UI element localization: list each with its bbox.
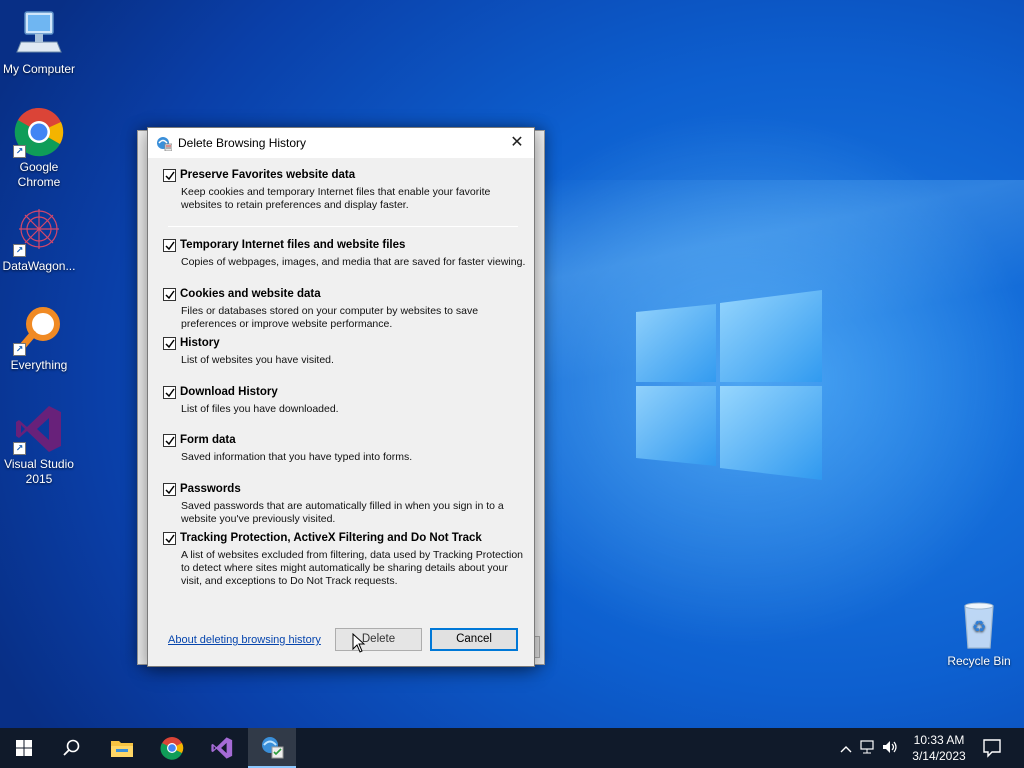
network-icon[interactable] [860,739,876,757]
clock-time: 10:33 AM [913,733,965,747]
delete-button[interactable]: Delete [335,628,422,651]
checkbox-form-data[interactable] [163,434,176,447]
internet-options-icon [262,737,284,759]
chevron-up-icon[interactable] [838,741,854,756]
shortcut-arrow-icon: ↗ [13,442,26,455]
desktop-icon-label: Visual Studio 2015 [4,457,74,486]
checkbox-tracking-protection[interactable] [163,532,176,545]
search-icon [63,739,80,756]
mouse-cursor-icon [352,632,366,653]
desktop-icon-recycle-bin[interactable]: ♻ Recycle Bin [940,600,1018,669]
internet-explorer-icon [156,135,173,152]
recycle-bin-icon: ♻ [953,600,1005,652]
option-label[interactable]: Download History [180,386,278,398]
shortcut-arrow-icon: ↗ [13,244,26,257]
option-description: Saved passwords that are automatically f… [181,500,504,525]
desktop-icon-visual-studio[interactable]: ↗ Visual Studio 2015 [0,403,78,487]
taskbar-file-explorer[interactable] [98,728,146,768]
option-description: Copies of webpages, images, and media th… [181,256,526,268]
about-deleting-history-link[interactable]: About deleting browsing history [168,634,321,646]
checkbox-temporary-internet-files[interactable] [163,239,176,252]
option-description: Keep cookies and temporary Internet file… [181,186,491,211]
desktop-icon-label: Google Chrome [17,160,61,189]
cancel-button[interactable]: Cancel [430,628,518,651]
checkbox-download-history[interactable] [163,386,176,399]
option-description: List of files you have downloaded. [181,403,339,415]
visual-studio-icon [211,737,233,759]
dialog-titlebar[interactable]: Delete Browsing History ✕ [148,128,534,158]
search-button[interactable] [48,728,96,768]
desktop-icon-label: DataWagon... [2,259,76,273]
windows-logo-wallpaper [636,290,822,480]
start-icon [16,740,32,756]
checkbox-passwords[interactable] [163,483,176,496]
option-label[interactable]: Preserve Favorites website data [180,169,355,181]
checkbox-history[interactable] [163,337,176,350]
volume-icon[interactable] [882,740,898,757]
option-label[interactable]: Tracking Protection, ActiveX Filtering a… [180,532,482,544]
desktop-icon-my-computer[interactable]: My Computer [0,8,78,77]
option-label[interactable]: History [180,337,220,349]
option-description: List of websites you have visited. [181,354,334,366]
desktop-icon-label: Everything [10,358,68,372]
desktop-icon-datawagon[interactable]: ↗ DataWagon... [0,205,78,274]
computer-icon [13,8,65,60]
option-description: Saved information that you have typed in… [181,451,413,463]
taskbar-chrome[interactable] [148,728,196,768]
shortcut-arrow-icon: ↗ [13,145,26,158]
desktop-icon-label: My Computer [2,62,76,76]
taskbar-visual-studio[interactable] [198,728,246,768]
datawagon-icon: ↗ [13,205,65,257]
start-button[interactable] [0,728,48,768]
checkbox-cookies[interactable] [163,288,176,301]
file-explorer-icon [111,741,133,757]
delete-browsing-history-dialog: Delete Browsing History ✕ Preserve Favor… [147,127,535,667]
checkbox-preserve-favorites[interactable] [163,169,176,182]
desktop-icon-google-chrome[interactable]: ↗ Google Chrome [0,106,78,190]
svg-text:♻: ♻ [972,617,986,636]
shortcut-arrow-icon: ↗ [13,343,26,356]
system-tray [838,728,898,768]
option-label[interactable]: Passwords [180,483,241,495]
option-label[interactable]: Form data [180,434,236,446]
option-label[interactable]: Cookies and website data [180,288,321,300]
desktop-icon-everything[interactable]: ↗ Everything [0,304,78,373]
action-center-icon [983,739,1001,758]
close-icon[interactable]: ✕ [500,128,534,158]
everything-search-icon: ↗ [13,304,65,356]
clock-date: 3/14/2023 [912,749,966,763]
taskbar-clock[interactable]: 10:33 AM 3/14/2023 [905,732,973,764]
options-divider [168,226,518,227]
chrome-icon [160,737,184,760]
chrome-icon: ↗ [13,106,65,158]
option-description: Files or databases stored on your comput… [181,305,479,330]
visual-studio-icon: ↗ [13,403,65,455]
dialog-title: Delete Browsing History [178,136,307,150]
taskbar-internet-options[interactable] [248,728,296,768]
option-description: A list of websites excluded from filteri… [181,549,524,587]
notification-center-button[interactable] [980,736,1004,760]
taskbar: 10:33 AM 3/14/2023 [0,728,1024,768]
desktop-icon-label: Recycle Bin [947,654,1011,668]
option-label[interactable]: Temporary Internet files and website fil… [180,239,405,251]
